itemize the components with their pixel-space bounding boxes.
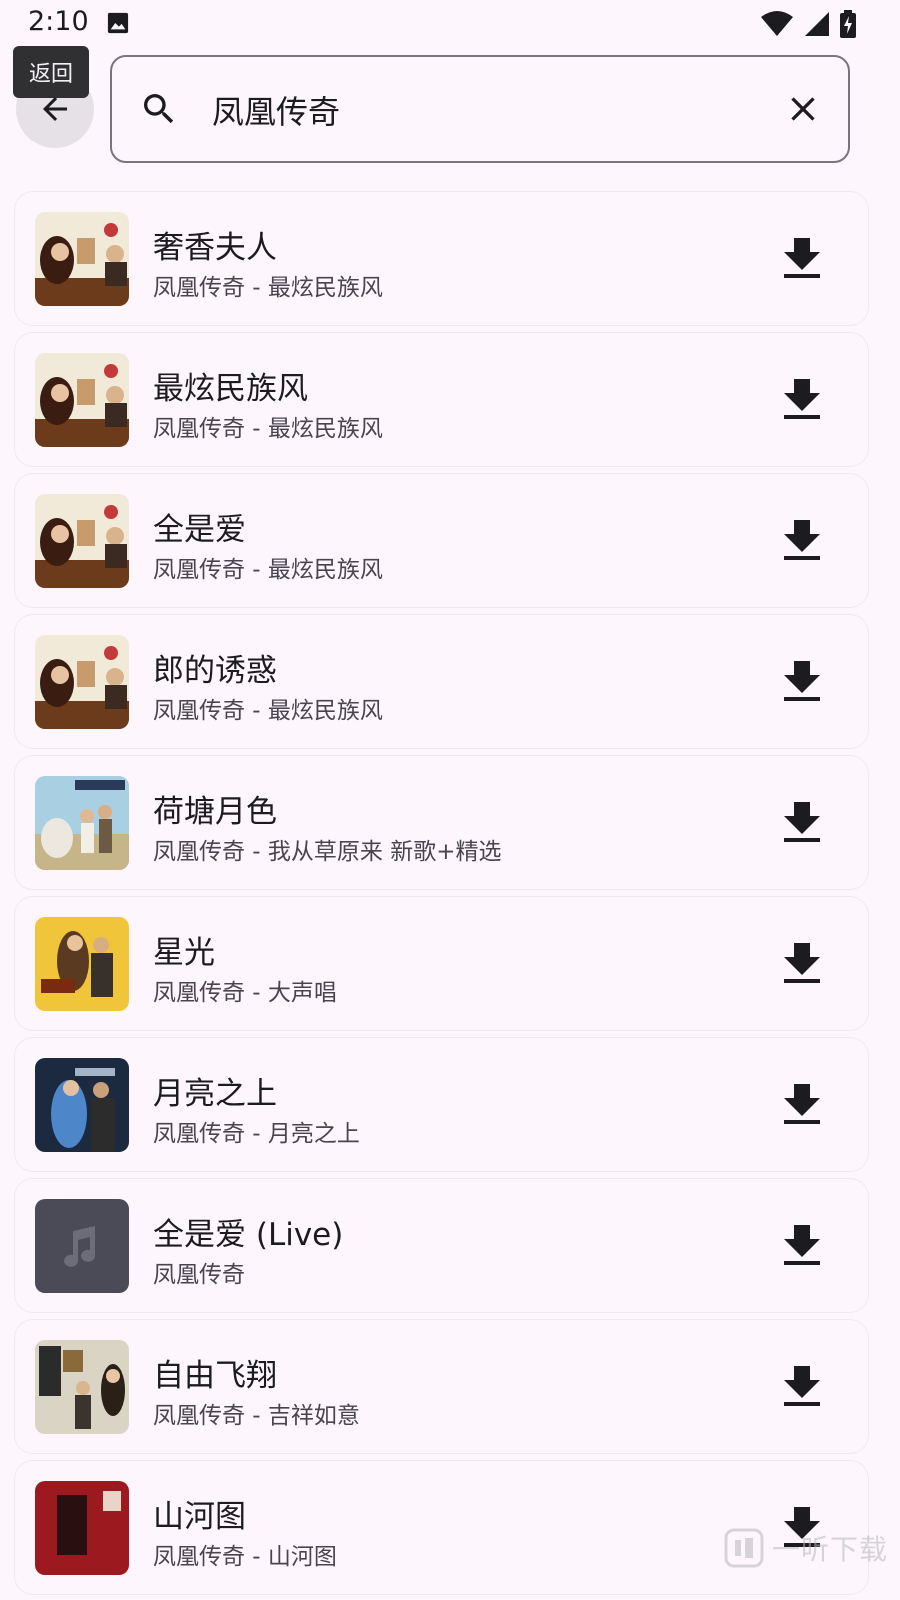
song-title: 星光 bbox=[153, 935, 215, 971]
song-item[interactable]: 星光 凤凰传奇 - 大声唱 bbox=[15, 897, 868, 1030]
search-screen: 2:10 返回 凤凰传奇 奢香夫人 凤凰传奇 - 最炫民族风 最炫民族风 凤凰传… bbox=[0, 0, 900, 1600]
search-bar[interactable] bbox=[110, 55, 850, 163]
album-zuixuan-cover bbox=[35, 353, 129, 447]
status-icons bbox=[760, 10, 856, 38]
song-title: 山河图 bbox=[153, 1499, 246, 1535]
status-time: 2:10 bbox=[28, 6, 89, 37]
album-jixiang-cover bbox=[35, 1340, 129, 1434]
album-caoyuan-cover bbox=[35, 776, 129, 870]
wifi-icon bbox=[761, 11, 793, 36]
song-title: 全是爱 bbox=[153, 512, 246, 548]
album-shanhetu-cover bbox=[35, 1481, 129, 1575]
song-subtitle: 凤凰传奇 - 山河图 bbox=[153, 1544, 337, 1570]
song-subtitle: 凤凰传奇 - 最炫民族风 bbox=[153, 557, 383, 583]
watermark-text: 一听下载 bbox=[772, 1533, 889, 1566]
song-item[interactable]: 自由飞翔 凤凰传奇 - 吉祥如意 bbox=[15, 1320, 868, 1453]
album-zuixuan-cover bbox=[35, 212, 129, 306]
download-icon[interactable] bbox=[784, 1225, 820, 1265]
image-icon bbox=[107, 12, 129, 34]
song-item[interactable]: 奢香夫人 凤凰传奇 - 最炫民族风 bbox=[15, 192, 868, 325]
song-item[interactable]: 月亮之上 凤凰传奇 - 月亮之上 bbox=[15, 1038, 868, 1171]
clear-icon[interactable] bbox=[783, 89, 823, 129]
song-title: 荷塘月色 bbox=[153, 794, 277, 830]
song-subtitle: 凤凰传奇 - 大声唱 bbox=[153, 980, 337, 1006]
song-subtitle: 凤凰传奇 - 最炫民族风 bbox=[153, 416, 383, 442]
song-subtitle: 凤凰传奇 - 最炫民族风 bbox=[153, 698, 383, 724]
download-icon[interactable] bbox=[784, 943, 820, 983]
song-item[interactable]: 全是爱 凤凰传奇 - 最炫民族风 bbox=[15, 474, 868, 607]
song-list: 奢香夫人 凤凰传奇 - 最炫民族风 最炫民族风 凤凰传奇 - 最炫民族风 全是爱… bbox=[15, 192, 868, 1600]
song-title: 自由飞翔 bbox=[153, 1358, 277, 1394]
album-zuixuan-cover bbox=[35, 494, 129, 588]
song-item[interactable]: 最炫民族风 凤凰传奇 - 最炫民族风 bbox=[15, 333, 868, 466]
song-title: 最炫民族风 bbox=[153, 371, 308, 407]
song-subtitle: 凤凰传奇 - 吉祥如意 bbox=[153, 1403, 360, 1429]
download-icon[interactable] bbox=[784, 802, 820, 842]
watermark-logo-icon bbox=[724, 1528, 764, 1568]
song-item[interactable]: 全是爱 (Live) 凤凰传奇 bbox=[15, 1179, 868, 1312]
album-dashengchang-cover bbox=[35, 917, 129, 1011]
song-subtitle: 凤凰传奇 - 月亮之上 bbox=[153, 1121, 360, 1147]
song-item[interactable]: 荷塘月色 凤凰传奇 - 我从草原来 新歌+精选 bbox=[15, 756, 868, 889]
song-title: 月亮之上 bbox=[153, 1076, 277, 1112]
album-zuixuan-cover bbox=[35, 635, 129, 729]
album-yueliang-cover bbox=[35, 1058, 129, 1152]
song-subtitle: 凤凰传奇 bbox=[153, 1262, 245, 1288]
song-subtitle: 凤凰传奇 - 我从草原来 新歌+精选 bbox=[153, 839, 502, 865]
watermark: 一听下载 bbox=[724, 1526, 894, 1570]
download-icon[interactable] bbox=[784, 1084, 820, 1124]
download-icon[interactable] bbox=[784, 1366, 820, 1406]
music-note-placeholder-icon bbox=[35, 1199, 129, 1293]
song-title: 全是爱 (Live) bbox=[153, 1217, 344, 1253]
search-icon bbox=[144, 94, 174, 124]
download-icon[interactable] bbox=[784, 520, 820, 560]
song-title: 奢香夫人 bbox=[153, 230, 277, 266]
download-icon[interactable] bbox=[784, 238, 820, 278]
song-subtitle: 凤凰传奇 - 最炫民族风 bbox=[153, 275, 383, 301]
battery-charging-icon bbox=[840, 10, 856, 38]
signal-icon bbox=[805, 12, 829, 36]
song-item[interactable]: 郎的诱惑 凤凰传奇 - 最炫民族风 bbox=[15, 615, 868, 748]
status-bar: 2:10 bbox=[0, 0, 900, 46]
download-icon[interactable] bbox=[784, 379, 820, 419]
download-icon[interactable] bbox=[784, 661, 820, 701]
song-title: 郎的诱惑 bbox=[153, 653, 277, 689]
search-input[interactable] bbox=[212, 85, 732, 135]
back-tooltip: 返回 bbox=[13, 46, 90, 98]
